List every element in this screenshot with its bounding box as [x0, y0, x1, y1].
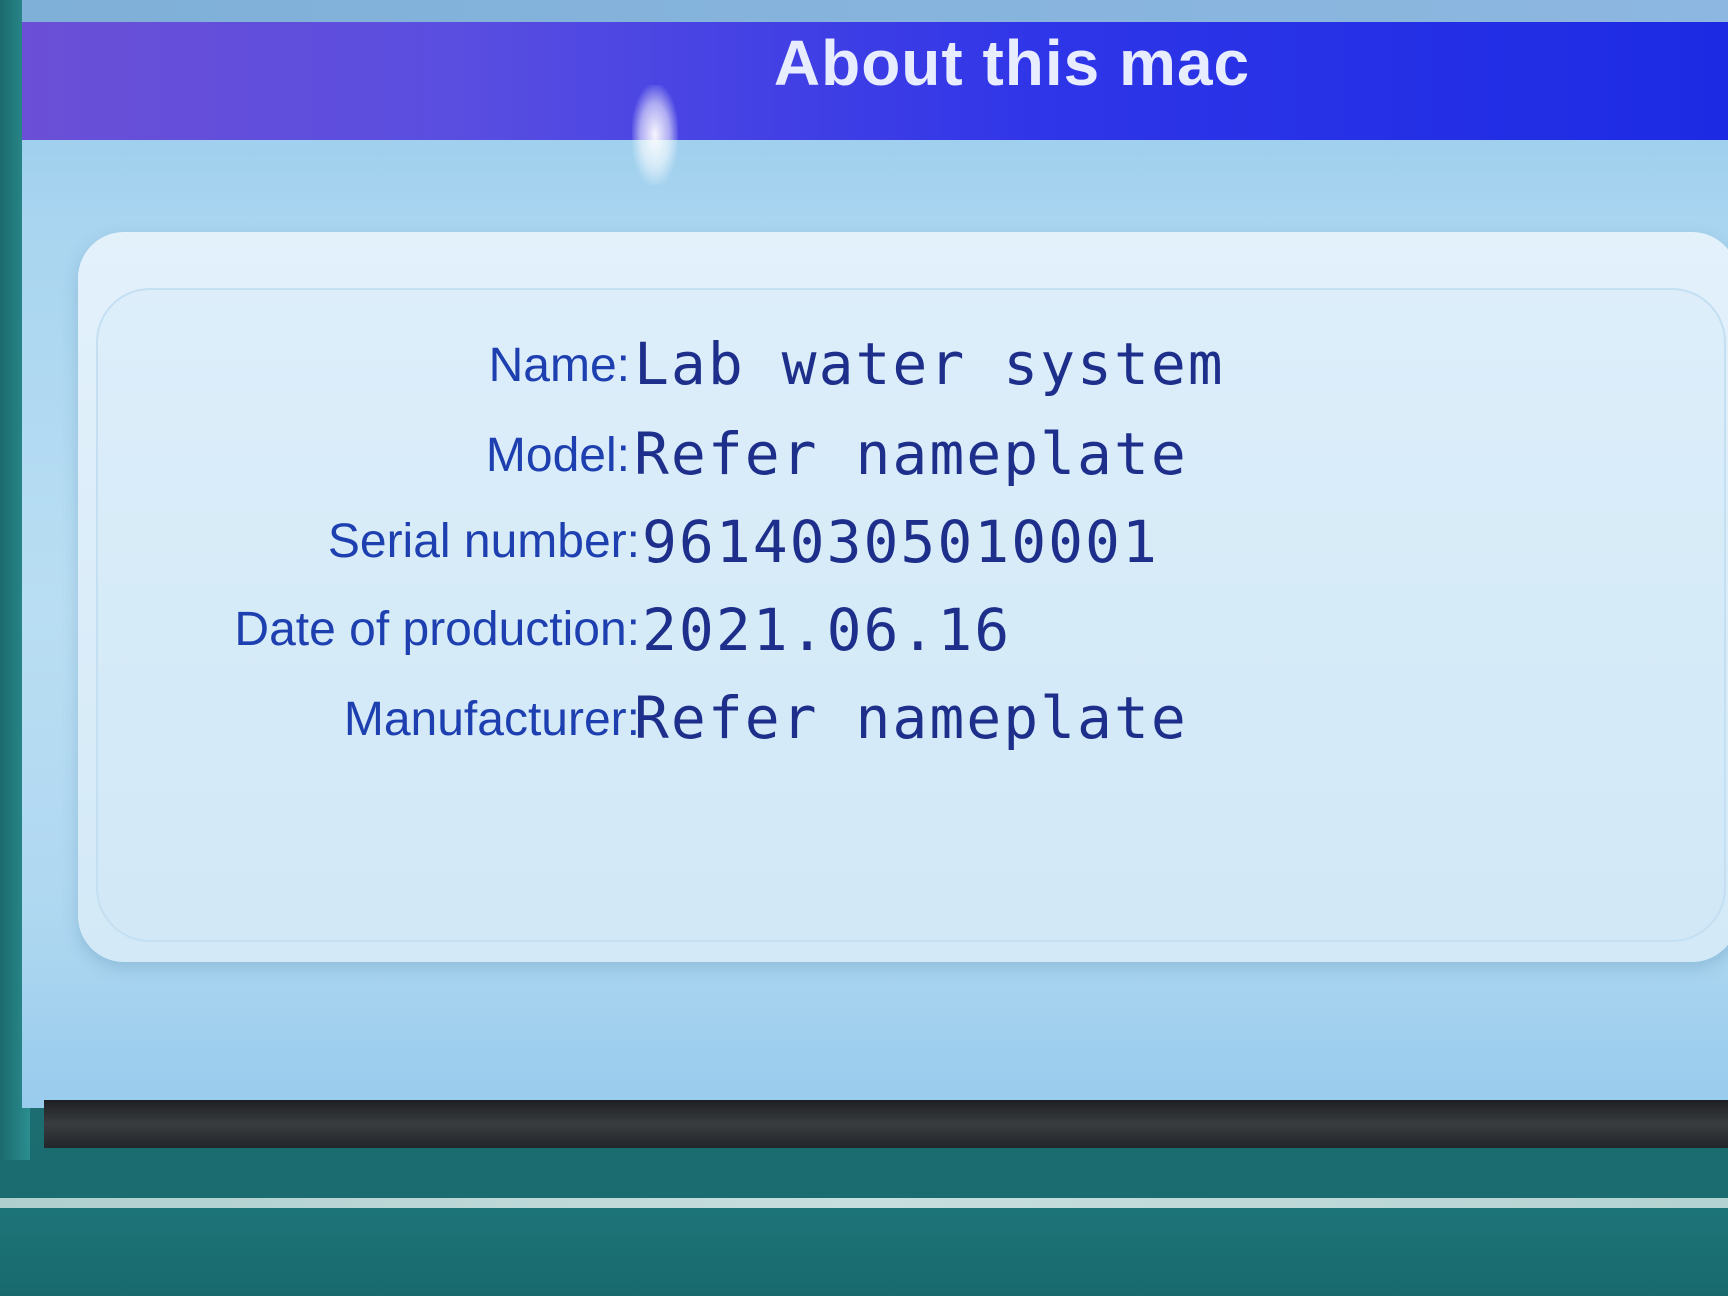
title-bar-area: About this mac	[22, 0, 1728, 140]
production-date-value: 2021.06.16	[642, 596, 1012, 664]
model-value: Refer nameplate	[634, 420, 1188, 488]
title-bar	[22, 22, 1728, 140]
manufacturer-value: Refer nameplate	[634, 684, 1188, 752]
screen-bottom-band	[22, 960, 1728, 1108]
display-screen: About this mac Name: Lab water system Mo…	[22, 0, 1728, 1108]
device-housing: About this mac Name: Lab water system Mo…	[0, 0, 1728, 1296]
bezel-lower	[0, 1208, 1728, 1296]
production-date-label: Date of production:	[234, 603, 640, 656]
model-label: Model:	[485, 429, 630, 482]
screen-bottom-edge	[44, 1100, 1728, 1148]
title-bar-top-strip	[22, 0, 1728, 22]
name-value: Lab water system	[634, 330, 1225, 398]
serial-number-value: 96140305010001	[642, 508, 1159, 576]
screen-glare	[632, 85, 678, 185]
manufacturer-label: Manufacturer:	[343, 693, 640, 746]
bezel-highlight-line	[0, 1198, 1728, 1208]
serial-number-label: Serial number:	[327, 515, 640, 568]
name-label: Name:	[488, 339, 630, 392]
